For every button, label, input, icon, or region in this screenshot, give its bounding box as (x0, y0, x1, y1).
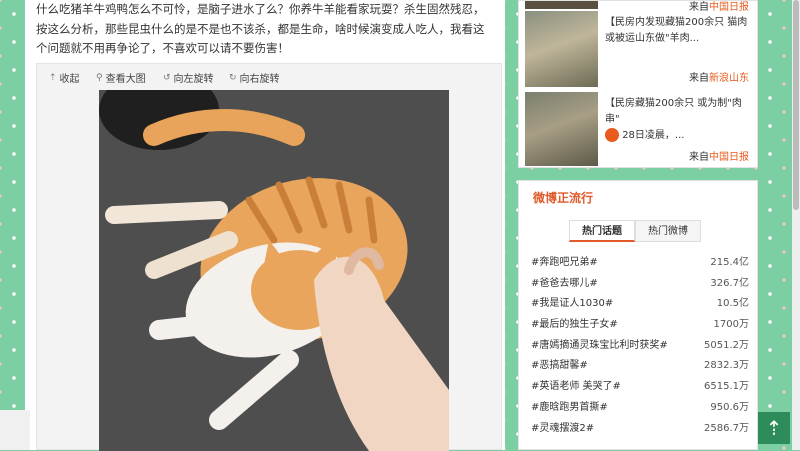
news-text-2[interactable]: 【民房藏猫200余只 或为制"肉串" 28日凌晨，... (605, 96, 755, 144)
emoji-icon (605, 128, 619, 142)
trend-count: 5051.2万 (704, 340, 749, 351)
trend-topic: #唐嫣摘通灵珠宝比利时获奖# (531, 340, 668, 351)
trend-topic: #最后的独生子女# (531, 319, 618, 330)
trend-row[interactable]: #恶搞甜馨# 2832.3万 (531, 356, 749, 374)
trend-count: 6515.1万 (704, 381, 749, 392)
trend-row[interactable]: #最后的独生子女# 1700万 (531, 315, 749, 333)
post-line-2: 按这么分析，那些昆虫什么的是不是也不该杀，都是生命，啥时候演变成人吃人，我看这 (36, 21, 485, 36)
news-text-2-line-2-text: 28日凌晨，... (622, 130, 685, 141)
news-source-name-2: 中国日报 (709, 152, 749, 163)
trend-topic: #鹿晗跑男首撕# (531, 402, 608, 413)
trend-count: 10.5亿 (716, 298, 749, 309)
post-paragraph: 什么吃猪羊牛鸡鸭怎么不可怜，是脑子进水了么？你养牛羊能看家玩耍？杀生固然残忍， … (36, 0, 498, 59)
news-source-prefix-0: 来自 (689, 2, 709, 13)
news-text-2-line-1: 【民房藏猫200余只 或为制"肉串" (605, 98, 742, 125)
cat-illustration (99, 90, 449, 451)
trend-count: 2832.3万 (704, 360, 749, 371)
trend-topic: #灵魂摆渡2# (531, 423, 595, 434)
news-source-2[interactable]: 来自中国日报 (689, 148, 749, 163)
news-source-1[interactable]: 来自新浪山东 (689, 69, 749, 84)
scrollbar-thumb[interactable] (793, 0, 799, 210)
news-thumb-0 (525, 1, 598, 9)
image-viewer: ⇡ 收起 ⚲ 查看大图 ↺ 向左旋转 ↻ 向右旋转 (36, 63, 502, 451)
trend-count: 326.7亿 (710, 278, 749, 289)
rotate-right-icon: ↻ (229, 72, 237, 83)
corner-widget[interactable] (0, 410, 30, 450)
trend-topic: #英语老师 美哭了# (531, 381, 621, 392)
news-thumb-1[interactable] (525, 11, 598, 87)
trend-topic: #我是证人1030# (531, 298, 614, 309)
trend-topic: #恶搞甜馨# (531, 360, 588, 371)
rotate-right-label: 向右旋转 (239, 74, 280, 85)
post-line-1: 什么吃猪羊牛鸡鸭怎么不可怜，是脑子进水了么？你养牛羊能看家玩耍？杀生固然残忍， (36, 2, 485, 16)
trend-row[interactable]: #我是证人1030# 10.5亿 (531, 294, 749, 312)
arrow-up-icon: ⇡ (765, 416, 783, 440)
view-large-label: 查看大图 (105, 74, 146, 85)
collapse-button[interactable]: ⇡ 收起 (49, 70, 80, 86)
trend-count: 215.4亿 (710, 257, 749, 268)
trend-row[interactable]: #爸爸去哪儿# 326.7亿 (531, 274, 749, 292)
rotate-left-label: 向左旋转 (173, 74, 214, 85)
trend-count: 950.6万 (710, 402, 749, 413)
trend-row[interactable]: #灵魂摆渡2# 2586.7万 (531, 419, 749, 437)
view-large-button[interactable]: ⚲ 查看大图 (96, 70, 146, 86)
collapse-label: 收起 (59, 74, 80, 85)
rotate-right-button[interactable]: ↻ 向右旋转 (229, 70, 280, 86)
back-to-top-button[interactable]: ⇡ (758, 412, 790, 444)
news-source-prefix-1: 来自 (689, 73, 709, 84)
trend-topic: #奔跑吧兄弟# (531, 257, 598, 268)
tab-hot-weibo[interactable]: 热门微博 (635, 220, 701, 242)
weibo-trending-panel: 微博正流行 热门话题 热门微博 #奔跑吧兄弟# 215.4亿 #爸爸去哪儿# 326… (518, 180, 758, 450)
trending-tabs: 热门话题 热门微博 (569, 220, 701, 242)
trend-row[interactable]: #鹿晗跑男首撕# 950.6万 (531, 398, 749, 416)
news-text-1[interactable]: 【民房内发现藏猫200余只 猫肉或被运山东做"羊肉... (605, 15, 755, 47)
cat-photo[interactable] (99, 90, 449, 451)
news-card: 来自中国日报 【民房内发现藏猫200余只 猫肉或被运山东做"羊肉... 来自新浪… (518, 0, 758, 168)
trend-row[interactable]: #英语老师 美哭了# 6515.1万 (531, 377, 749, 395)
page-scrollbar[interactable] (792, 0, 800, 450)
news-source-name-1: 新浪山东 (709, 73, 749, 84)
magnifier-icon: ⚲ (96, 72, 103, 83)
right-column: 来自中国日报 【民房内发现藏猫200余只 猫肉或被运山东做"羊肉... 来自新浪… (518, 0, 758, 450)
main-content: 什么吃猪羊牛鸡鸭怎么不可怜，是脑子进水了么？你养牛羊能看家玩耍？杀生固然残忍， … (25, 0, 505, 451)
post-line-3: 个问题就不用再争论了，不喜欢可以请不要伤害！ (36, 41, 289, 55)
rotate-left-button[interactable]: ↺ 向左旋转 (163, 70, 214, 86)
arrow-up-icon: ⇡ (49, 72, 57, 83)
trend-row[interactable]: #唐嫣摘通灵珠宝比利时获奖# 5051.2万 (531, 336, 749, 354)
trend-row[interactable]: #奔跑吧兄弟# 215.4亿 (531, 253, 749, 271)
news-text-2-line-2: 28日凌晨，... (605, 128, 755, 144)
weibo-trending-title: 微博正流行 (533, 191, 594, 205)
news-source-name-0: 中国日报 (709, 2, 749, 13)
tab-hot-topics[interactable]: 热门话题 (569, 220, 635, 242)
trend-count: 1700万 (713, 319, 749, 330)
news-thumb-2[interactable] (525, 92, 598, 166)
news-source-prefix-2: 来自 (689, 152, 709, 163)
news-source-0[interactable]: 来自中国日报 (689, 0, 749, 13)
trend-count: 2586.7万 (704, 423, 749, 434)
rotate-left-icon: ↺ (163, 72, 171, 83)
trend-topic: #爸爸去哪儿# (531, 278, 598, 289)
